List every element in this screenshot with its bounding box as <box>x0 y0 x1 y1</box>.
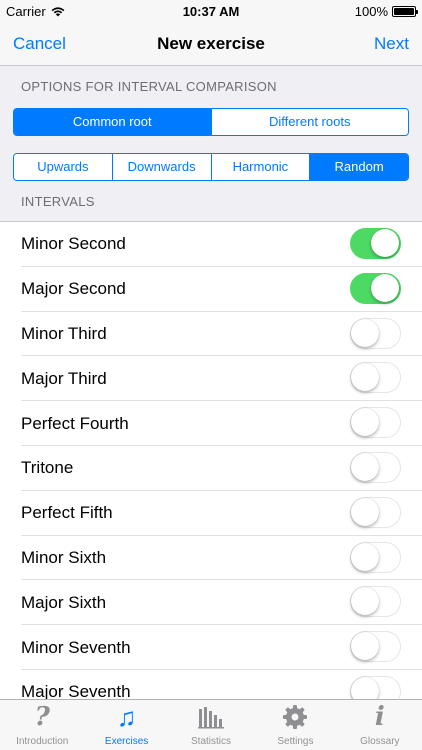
segment-random[interactable]: Random <box>309 154 408 180</box>
tab-exercises[interactable]: ♫ Exercises <box>84 700 168 750</box>
tab-glossary[interactable]: i Glossary <box>338 700 422 750</box>
interval-row-major-third: Major Third <box>0 356 422 401</box>
interval-label: Major Sixth <box>21 592 107 612</box>
perfect-fifth-toggle[interactable] <box>350 496 401 528</box>
interval-label: Minor Seventh <box>21 637 131 657</box>
segment-upwards[interactable]: Upwards <box>14 154 112 180</box>
tab-label: Glossary <box>360 736 400 747</box>
major-second-toggle[interactable] <box>350 272 401 304</box>
interval-row-major-seventh: Major Seventh <box>0 670 422 699</box>
direction-segmented-control: Upwards Downwards Harmonic Random <box>13 153 409 181</box>
minor-sixth-toggle[interactable] <box>350 541 401 573</box>
tab-label: Statistics <box>191 736 232 747</box>
major-third-toggle[interactable] <box>350 362 401 394</box>
interval-label: Major Second <box>21 279 126 299</box>
interval-row-major-sixth: Major Sixth <box>0 580 422 625</box>
navigation-bar: Cancel New exercise Next <box>0 22 422 66</box>
tritone-toggle[interactable] <box>350 451 401 483</box>
battery-icon <box>392 6 418 17</box>
interval-label: Minor Third <box>21 323 107 343</box>
minor-third-toggle[interactable] <box>350 317 401 349</box>
interval-row-perfect-fourth: Perfect Fourth <box>0 401 422 446</box>
info-icon: i <box>374 702 385 732</box>
intervals-section-header: INTERVALS <box>21 194 95 209</box>
interval-row-perfect-fifth: Perfect Fifth <box>0 491 422 536</box>
interval-row-tritone: Tritone <box>0 446 422 491</box>
segment-common-root[interactable]: Common root <box>14 109 211 135</box>
major-sixth-toggle[interactable] <box>350 586 401 618</box>
interval-row-minor-second: Minor Second <box>0 222 422 267</box>
intervals-list: Minor Second Major Second Minor Third Ma… <box>0 221 422 699</box>
perfect-fourth-toggle[interactable] <box>350 407 401 439</box>
minor-second-toggle[interactable] <box>350 228 401 259</box>
tab-label: Introduction <box>16 736 69 747</box>
interval-label: Tritone <box>21 458 74 478</box>
gear-icon <box>253 700 337 730</box>
segment-downwards[interactable]: Downwards <box>111 154 211 180</box>
bar-chart-icon <box>169 700 253 730</box>
content-area[interactable]: OPTIONS FOR INTERVAL COMPARISON Common r… <box>0 66 422 699</box>
tab-settings[interactable]: Settings <box>253 700 337 750</box>
interval-label: Minor Sixth <box>21 547 107 567</box>
next-button[interactable]: Next <box>374 34 409 54</box>
question-icon: ? <box>34 702 50 732</box>
music-note-icon: ♫ <box>116 701 137 732</box>
major-seventh-toggle[interactable] <box>350 675 401 699</box>
minor-seventh-toggle[interactable] <box>350 631 401 663</box>
interval-row-minor-seventh: Minor Seventh <box>0 625 422 670</box>
battery-percent: 100% <box>354 4 388 19</box>
page-title: New exercise <box>157 34 265 53</box>
root-segmented-control: Common root Different roots <box>13 108 409 136</box>
options-section-header: OPTIONS FOR INTERVAL COMPARISON <box>21 79 277 94</box>
tab-label: Exercises <box>104 736 149 747</box>
interval-label: Perfect Fourth <box>21 413 129 433</box>
tab-statistics[interactable]: Statistics <box>169 700 253 750</box>
interval-row-minor-third: Minor Third <box>0 312 422 357</box>
interval-label: Perfect Fifth <box>21 503 113 523</box>
segment-different-roots[interactable]: Different roots <box>210 109 408 135</box>
interval-label: Minor Second <box>21 234 126 254</box>
interval-label: Major Seventh <box>21 682 131 699</box>
tab-label: Settings <box>277 736 314 747</box>
tab-bar: ? Introduction ♫ Exercises Statistics Se… <box>0 699 422 750</box>
tab-introduction[interactable]: ? Introduction <box>0 700 84 750</box>
interval-row-minor-sixth: Minor Sixth <box>0 536 422 581</box>
segment-harmonic[interactable]: Harmonic <box>210 154 310 180</box>
interval-label: Major Third <box>21 368 107 388</box>
status-right: 100% <box>354 4 418 19</box>
interval-row-major-second: Major Second <box>0 267 422 312</box>
status-bar: Carrier 10:37 AM 100% <box>0 0 422 22</box>
